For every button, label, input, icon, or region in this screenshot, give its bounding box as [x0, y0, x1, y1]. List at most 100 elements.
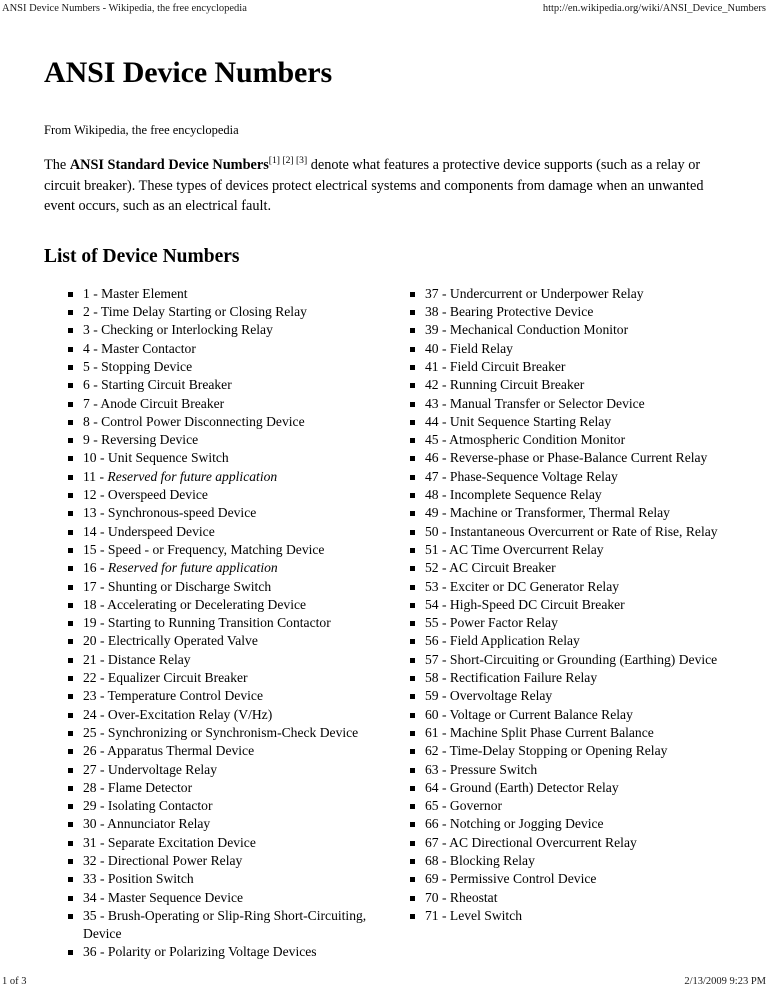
bullet-icon — [410, 767, 415, 773]
device-number: 37 — [425, 285, 439, 301]
device-number: 53 — [425, 578, 439, 594]
bullet-icon — [68, 785, 73, 791]
device-list-item: 67 - AC Directional Overcurrent Relay — [410, 834, 724, 852]
bullet-icon — [410, 401, 415, 407]
device-description: Overvoltage Relay — [449, 688, 553, 704]
device-number: 47 — [425, 468, 439, 484]
device-list-item: 12 - Overspeed Device — [68, 486, 382, 504]
device-description: Shunting or Discharge Switch — [107, 578, 272, 594]
device-number: 55 — [425, 615, 439, 631]
device-description: Undercurrent or Underpower Relay — [449, 285, 644, 301]
device-list-item: 48 - Incomplete Sequence Relay — [410, 486, 724, 504]
bullet-icon — [410, 712, 415, 718]
device-list-item: 70 - Rheostat — [410, 889, 724, 907]
device-number: 39 — [425, 322, 439, 338]
device-list-item: 68 - Blocking Relay — [410, 852, 724, 870]
device-number: 19 — [83, 615, 97, 631]
device-list-item: 43 - Manual Transfer or Selector Device — [410, 395, 724, 413]
device-description: Accelerating or Decelerating Device — [107, 596, 307, 612]
device-list-item: 33 - Position Switch — [68, 870, 382, 888]
bullet-icon — [68, 310, 73, 316]
device-number: 45 — [425, 432, 439, 448]
device-list-item: 6 - Starting Circuit Breaker — [68, 376, 382, 394]
device-description: Voltage or Current Balance Relay — [449, 706, 633, 722]
device-number: 69 — [425, 871, 439, 887]
device-list-item: 38 - Bearing Protective Device — [410, 303, 724, 321]
device-description: Annunciator Relay — [107, 816, 211, 832]
device-description: Bearing Protective Device — [449, 304, 594, 320]
device-list-item: 57 - Short-Circuiting or Grounding (Eart… — [410, 651, 724, 669]
reference-links[interactable]: [1] [2] [3] — [269, 155, 307, 166]
lead-bold-term: ANSI Standard Device Numbers — [69, 157, 269, 173]
device-list-item: 42 - Running Circuit Breaker — [410, 376, 724, 394]
device-list-item: 2 - Time Delay Starting or Closing Relay — [68, 303, 382, 321]
device-number: 13 — [83, 505, 97, 521]
device-list-item: 56 - Field Application Relay — [410, 632, 724, 650]
bullet-icon — [68, 474, 73, 480]
page-title: ANSI Device Numbers — [44, 56, 333, 89]
device-list-item: 22 - Equalizer Circuit Breaker — [68, 669, 382, 687]
device-number: 59 — [425, 688, 439, 704]
device-description: Master Contactor — [101, 340, 196, 356]
bullet-icon — [68, 621, 73, 627]
bullet-icon — [68, 804, 73, 810]
print-header: ANSI Device Numbers - Wikipedia, the fre… — [0, 2, 768, 18]
device-description: Synchronous-speed Device — [107, 505, 257, 521]
device-list-left-column: 1 - Master Element 2 - Time Delay Startin… — [44, 285, 382, 961]
bullet-icon — [410, 493, 415, 499]
device-list-item: 28 - Flame Detector — [68, 779, 382, 797]
device-description: Equalizer Circuit Breaker — [107, 670, 248, 686]
section-title-list-of-device-numbers: List of Device Numbers — [44, 245, 240, 267]
device-list: 1 - Master Element 2 - Time Delay Startin… — [44, 285, 382, 961]
bullet-icon — [410, 346, 415, 352]
device-number: 15 — [83, 541, 97, 557]
bullet-icon — [410, 749, 415, 755]
device-description: Underspeed Device — [107, 523, 215, 539]
device-description: Exciter or DC Generator Relay — [449, 578, 620, 594]
device-number: 51 — [425, 541, 439, 557]
device-description: Running Circuit Breaker — [449, 377, 585, 393]
device-list-item: 47 - Phase-Sequence Voltage Relay — [410, 468, 724, 486]
device-number: 5 — [83, 358, 90, 374]
bullet-icon — [410, 511, 415, 517]
bullet-icon — [68, 346, 73, 352]
device-list-item: 29 - Isolating Contactor — [68, 797, 382, 815]
device-number: 30 — [83, 816, 97, 832]
device-number: 52 — [425, 560, 439, 576]
device-list-item: 17 - Shunting or Discharge Switch — [68, 578, 382, 596]
device-list-item: 19 - Starting to Running Transition Cont… — [68, 614, 382, 632]
bullet-icon — [68, 949, 73, 955]
device-number: 65 — [425, 798, 439, 814]
bullet-icon — [410, 383, 415, 389]
device-description: AC Circuit Breaker — [449, 560, 556, 576]
device-description: Master Sequence Device — [107, 889, 244, 905]
device-description: Blocking Relay — [449, 852, 535, 868]
device-number: 28 — [83, 779, 97, 795]
device-description: Manual Transfer or Selector Device — [449, 395, 645, 411]
device-list-item: 20 - Electrically Operated Valve — [68, 632, 382, 650]
device-number: 24 — [83, 706, 97, 722]
device-description: Polarity or Polarizing Voltage Devices — [107, 943, 317, 959]
device-description: Machine or Transformer, Thermal Relay — [449, 505, 670, 521]
device-list-item: 14 - Underspeed Device — [68, 523, 382, 541]
device-list-item: 40 - Field Relay — [410, 340, 724, 358]
device-number: 44 — [425, 413, 439, 429]
bullet-icon — [410, 419, 415, 425]
device-description: Master Element — [101, 285, 188, 301]
page-number: 1 of 3 — [2, 976, 27, 987]
device-description: Speed - or Frequency, Matching Device — [107, 541, 325, 557]
device-description: Level Switch — [449, 907, 523, 923]
device-description: Short-Circuiting or Grounding (Earthing)… — [449, 651, 718, 667]
device-description: Starting to Running Transition Contactor — [107, 615, 331, 631]
device-description: Unit Sequence Starting Relay — [449, 413, 612, 429]
bullet-icon — [68, 529, 73, 535]
device-number: 16 — [83, 560, 97, 576]
device-description: Mechanical Conduction Monitor — [449, 322, 629, 338]
bullet-icon — [68, 364, 73, 370]
bullet-icon — [68, 676, 73, 682]
device-description: Flame Detector — [107, 779, 193, 795]
device-list-item: 46 - Reverse-phase or Phase-Balance Curr… — [410, 449, 724, 467]
device-list-item: 16 - Reserved for future application — [68, 559, 382, 577]
device-list-item: 36 - Polarity or Polarizing Voltage Devi… — [68, 943, 382, 961]
device-list-item: 24 - Over-Excitation Relay (V/Hz) — [68, 706, 382, 724]
